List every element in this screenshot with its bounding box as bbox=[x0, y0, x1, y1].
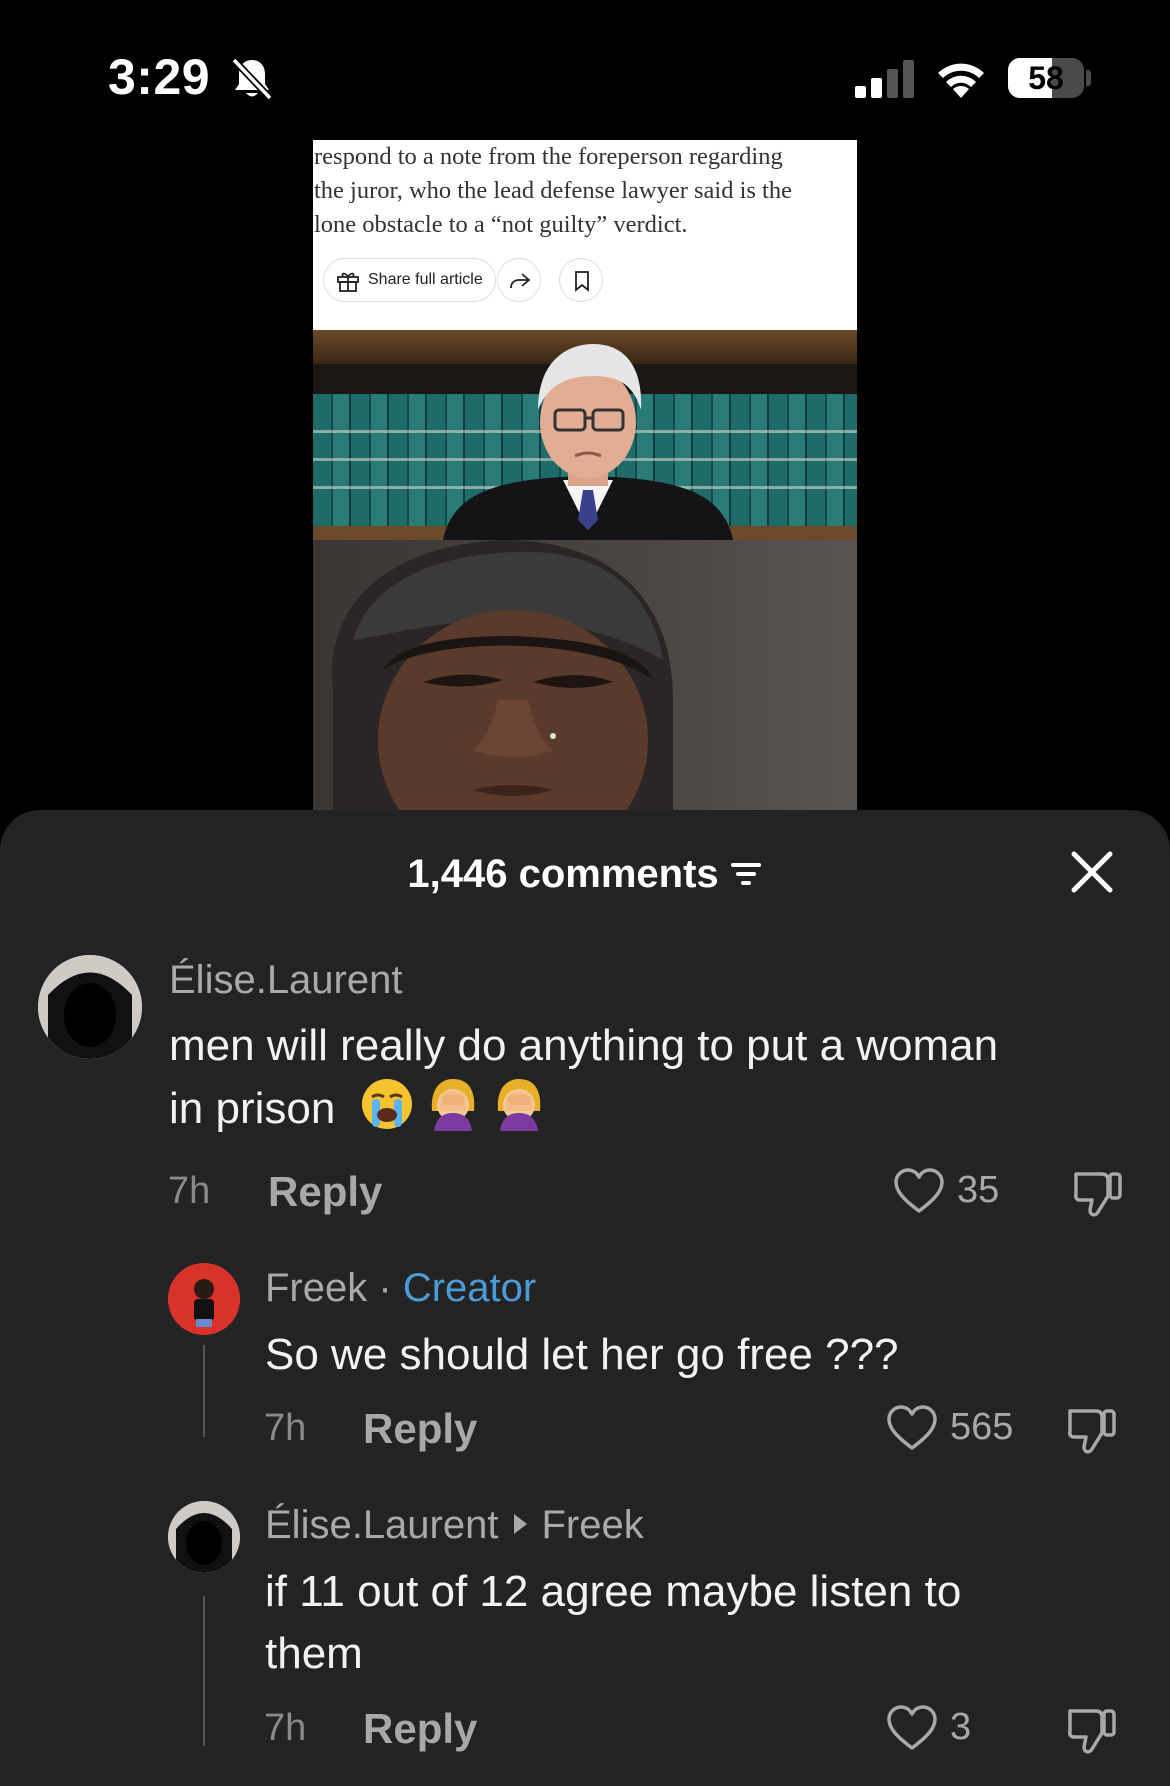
comment-time: 7h bbox=[264, 1407, 307, 1449]
like-button[interactable]: 35 bbox=[893, 1167, 1023, 1217]
article-line: the juror, who the lead defense lawyer s… bbox=[314, 177, 792, 204]
article-screenshot: respond to a note from the foreperson re… bbox=[313, 140, 857, 330]
reply-button[interactable]: Reply bbox=[363, 1405, 477, 1453]
thread-line bbox=[203, 1596, 205, 1746]
like-count: 565 bbox=[950, 1406, 1014, 1448]
comment-text: So we should let her go free ??? bbox=[265, 1330, 899, 1379]
share-label: Share full article bbox=[368, 271, 483, 288]
bookmark-button bbox=[559, 258, 603, 302]
judge-figure bbox=[443, 344, 733, 540]
bookmark-icon bbox=[575, 271, 589, 292]
gift-icon bbox=[337, 272, 359, 292]
comment-username: Élise.Laurent Freek bbox=[265, 1503, 644, 1548]
creator-selfie bbox=[313, 540, 857, 810]
article-line: lone obstacle to a “not guilty” verdict. bbox=[314, 211, 688, 238]
like-button[interactable]: 565 bbox=[886, 1404, 1036, 1454]
woman-facepalming-emoji bbox=[497, 1079, 541, 1131]
judge-photo bbox=[313, 330, 857, 540]
like-count: 3 bbox=[950, 1706, 972, 1748]
comment-reply-item: Élise.Laurent Freek if 11 out of 12 agree… bbox=[0, 1476, 1170, 1786]
status-bar: 3:29 58 bbox=[0, 0, 1170, 150]
wifi-icon bbox=[938, 63, 984, 98]
comment-username: Freek · Creator bbox=[265, 1266, 536, 1311]
like-count: 35 bbox=[957, 1169, 1000, 1211]
reply-button[interactable]: Reply bbox=[363, 1705, 477, 1753]
comment-text-line: if 11 out of 12 agree maybe listen to bbox=[265, 1567, 962, 1616]
share-arrow-icon bbox=[510, 273, 531, 289]
comment-username[interactable]: Élise.Laurent bbox=[169, 958, 402, 1003]
comment-text-line: in prison bbox=[169, 1077, 1149, 1140]
reply-to-arrow-icon bbox=[514, 1514, 528, 1534]
video-player[interactable]: respond to a note from the foreperson re… bbox=[313, 140, 857, 810]
comment-text: men will really do anything to put a wom… bbox=[169, 1015, 1149, 1140]
heart-icon bbox=[887, 1405, 937, 1450]
avatar[interactable] bbox=[168, 1501, 240, 1573]
woman-facepalming-emoji bbox=[431, 1079, 475, 1131]
comment-text: if 11 out of 12 agree maybe listen to th… bbox=[265, 1561, 1145, 1685]
comment-text-line: men will really do anything to put a wom… bbox=[169, 1021, 999, 1070]
comment-text-line: them bbox=[265, 1629, 363, 1678]
comment-time: 7h bbox=[168, 1170, 211, 1212]
status-time: 3:29 bbox=[108, 49, 211, 105]
battery-level: 58 bbox=[1028, 60, 1064, 96]
comment-reply-item: Freek · Creator So we should let her go … bbox=[0, 1240, 1170, 1476]
dislike-icon[interactable] bbox=[1066, 1705, 1118, 1757]
comment-item: Élise.Laurent men will really do anythin… bbox=[0, 810, 1170, 1240]
like-button[interactable]: 3 bbox=[886, 1704, 1006, 1754]
creator-badge: Creator bbox=[402, 1266, 537, 1310]
share-full-article-button: Share full article bbox=[323, 258, 496, 302]
avatar[interactable] bbox=[38, 955, 142, 1059]
username-label[interactable]: Freek bbox=[265, 1266, 367, 1310]
heart-icon bbox=[887, 1705, 937, 1750]
dislike-icon[interactable] bbox=[1072, 1168, 1124, 1220]
loudly-crying-face-emoji bbox=[361, 1079, 412, 1129]
comment-time: 7h bbox=[264, 1707, 307, 1749]
heart-icon bbox=[894, 1168, 944, 1213]
dislike-icon[interactable] bbox=[1066, 1405, 1118, 1457]
comment-text-fragment: in prison bbox=[169, 1084, 336, 1133]
article-line: respond to a note from the foreperson re… bbox=[314, 143, 783, 170]
share-arrow-button bbox=[497, 258, 541, 302]
bell-slash-icon bbox=[231, 57, 273, 101]
avatar[interactable] bbox=[168, 1263, 240, 1335]
reply-to-username[interactable]: Freek bbox=[541, 1503, 643, 1547]
battery-icon: 58 bbox=[1008, 58, 1092, 98]
username-label[interactable]: Élise.Laurent bbox=[265, 1503, 498, 1547]
creator-face bbox=[332, 540, 673, 810]
article-text: respond to a note from the foreperson re… bbox=[314, 140, 854, 242]
comments-panel: 1,446 comments Élise.Laurent men will re… bbox=[0, 810, 1170, 1786]
reply-button[interactable]: Reply bbox=[268, 1168, 382, 1216]
signal-icon bbox=[855, 60, 914, 98]
separator: · bbox=[378, 1266, 392, 1310]
thread-line bbox=[203, 1345, 205, 1437]
